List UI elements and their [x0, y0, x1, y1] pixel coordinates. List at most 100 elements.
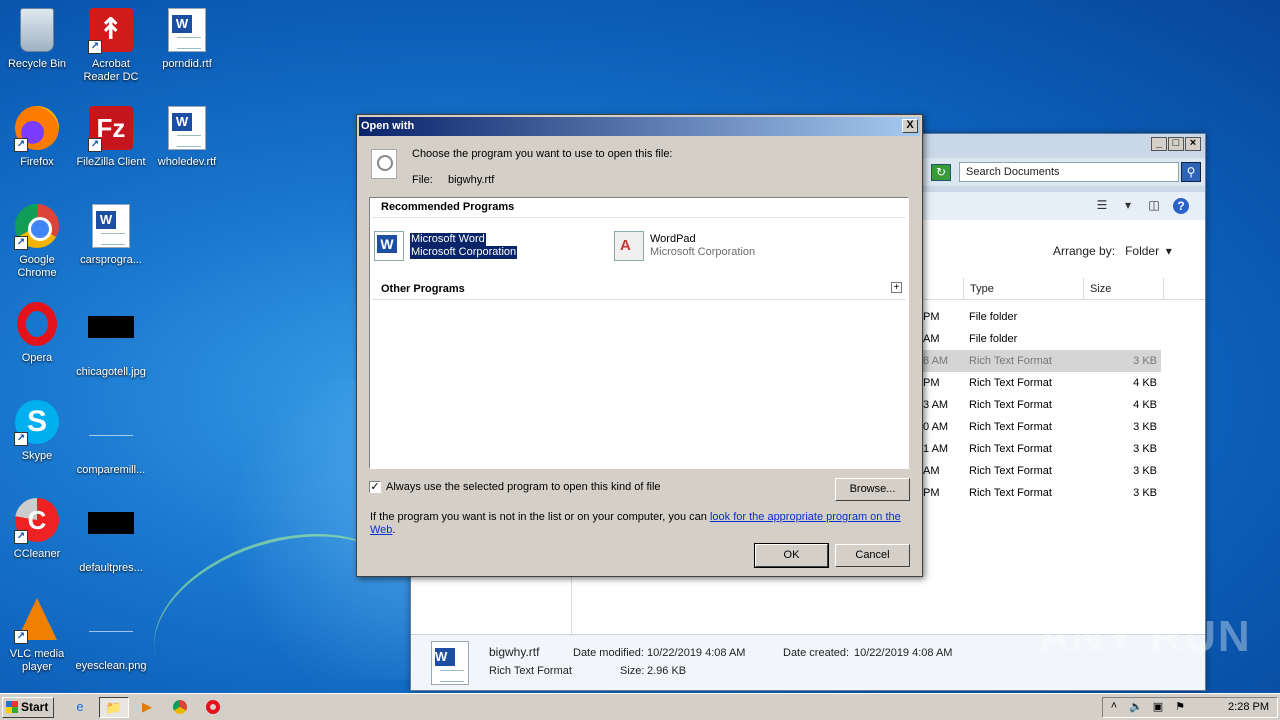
table-row[interactable]: 3 AM Rich Text Format 4 KB: [923, 394, 1161, 416]
arrange-by[interactable]: Arrange by: Folder ▾: [1053, 244, 1172, 258]
clock[interactable]: 2:28 PM: [1228, 701, 1269, 713]
minimize-button[interactable]: _: [1151, 137, 1167, 151]
table-row[interactable]: PM File folder: [923, 306, 1161, 328]
network-icon[interactable]: ▣: [1151, 700, 1165, 715]
other-programs-header: Other Programs: [381, 283, 465, 295]
desktop-icon-vlc[interactable]: ↗ VLC media player: [0, 596, 74, 674]
shortcut-arrow-icon: ↗: [14, 530, 28, 544]
desktop-icon-porndid[interactable]: W porndid.rtf: [150, 8, 224, 71]
table-row[interactable]: AM File folder: [923, 328, 1161, 350]
start-button[interactable]: Start: [2, 697, 54, 718]
desktop-icon-label: defaultpres...: [79, 562, 143, 574]
search-document-icon: [371, 149, 397, 179]
desktop-icon-wholedev[interactable]: W wholedev.rtf: [150, 106, 224, 169]
find-program-link[interactable]: look for the appropriate program on the: [710, 511, 901, 523]
desktop-icon-eyesclean[interactable]: eyesclean.png: [74, 596, 148, 673]
desktop-icon-chrome[interactable]: ↗ Google Chrome: [0, 204, 74, 280]
desktop-icon-defaultpres[interactable]: defaultpres...: [74, 498, 148, 575]
media-player-icon[interactable]: ▶: [135, 697, 159, 718]
explorer-icon[interactable]: 📁: [99, 697, 129, 718]
desktop-icon-acrobat[interactable]: ↟ ↗ Acrobat Reader DC: [74, 8, 148, 84]
desktop-icon-label: Acrobat Reader DC: [83, 58, 139, 83]
ok-button[interactable]: OK: [754, 543, 829, 568]
row-type: Rich Text Format: [969, 421, 1052, 433]
column-header-type[interactable]: Type: [963, 278, 1083, 300]
desktop-icon-chicagotell[interactable]: chicagotell.jpg: [74, 302, 148, 379]
chevron-down-icon[interactable]: ▾: [1119, 198, 1137, 214]
arrange-by-value[interactable]: Folder: [1125, 244, 1159, 258]
cancel-button[interactable]: Cancel: [835, 544, 910, 567]
desktop-icon-recycle-bin[interactable]: Recycle Bin: [0, 8, 74, 71]
desktop-icon-label: Opera: [21, 352, 53, 364]
program-list[interactable]: Recommended Programs W Microsoft Word Mi…: [369, 197, 909, 469]
opera-icon: [17, 302, 57, 346]
row-type: Rich Text Format: [969, 377, 1052, 389]
close-button[interactable]: ×: [1185, 137, 1201, 151]
program-wordpad[interactable]: A WordPad Microsoft Corporation: [614, 231, 814, 261]
shortcut-arrow-icon: ↗: [14, 432, 28, 446]
chrome-icon[interactable]: [168, 697, 192, 718]
find-program-link-web[interactable]: Web: [370, 524, 392, 536]
search-icon[interactable]: ⚲: [1181, 162, 1201, 182]
row-size: 4 KB: [1133, 399, 1157, 411]
chevron-up-icon[interactable]: ˄: [1107, 700, 1121, 715]
desktop-icon-ccleaner[interactable]: C ↗ CCleaner: [0, 498, 74, 561]
table-row[interactable]: 1 AM Rich Text Format 3 KB: [923, 438, 1161, 460]
table-row[interactable]: PM Rich Text Format 4 KB: [923, 372, 1161, 394]
table-row[interactable]: PM Rich Text Format 3 KB: [923, 482, 1161, 504]
shortcut-arrow-icon: ↗: [14, 630, 28, 644]
always-use-label[interactable]: Always use the selected program to open …: [386, 481, 661, 493]
view-options-icon[interactable]: ☰: [1093, 198, 1111, 214]
row-type: Rich Text Format: [969, 355, 1052, 367]
system-tray: ˄ 🔈 ▣ ⚑ 2:28 PM: [1102, 697, 1278, 718]
row-time: PM: [923, 311, 940, 323]
row-time: 1 AM: [923, 443, 949, 455]
column-header-size[interactable]: Size: [1083, 278, 1163, 300]
desktop-icon-label: comparemill...: [76, 464, 146, 476]
details-date-created-label: Date created:: [783, 647, 850, 659]
recommended-programs-header: Recommended Programs: [381, 201, 515, 213]
close-button[interactable]: X: [902, 119, 918, 133]
details-size-label: Size:: [620, 665, 645, 677]
desktop-icon-comparemill[interactable]: comparemill...: [74, 400, 148, 477]
details-filetype: Rich Text Format: [489, 665, 572, 677]
shortcut-arrow-icon: ↗: [14, 236, 28, 250]
row-time: 0 AM: [923, 421, 949, 433]
table-row-selected[interactable]: 8 AM Rich Text Format 3 KB: [923, 350, 1161, 372]
arrange-by-label: Arrange by:: [1053, 244, 1116, 258]
desktop-icon-filezilla[interactable]: Fz ↗ FileZilla Client: [74, 106, 148, 169]
preview-pane-icon[interactable]: ◫: [1145, 198, 1163, 214]
search-input[interactable]: Search Documents: [959, 162, 1179, 182]
image-file-icon: [88, 316, 134, 338]
desktop-icon-carsprogra[interactable]: W carsprogra...: [74, 204, 148, 267]
details-filename: bigwhy.rtf: [489, 645, 540, 659]
word-document-icon: W: [92, 204, 130, 248]
maximize-button[interactable]: □: [1168, 137, 1184, 151]
help-icon[interactable]: ?: [1173, 198, 1189, 214]
ie-icon[interactable]: e: [68, 697, 92, 718]
always-use-checkbox[interactable]: ✓: [369, 481, 381, 493]
desktop-icon-opera[interactable]: Opera: [0, 302, 74, 365]
refresh-icon[interactable]: ↻: [931, 164, 951, 181]
column-header-extra[interactable]: [1163, 278, 1203, 300]
row-size: 3 KB: [1133, 443, 1157, 455]
open-with-dialog[interactable]: Open with X Choose the program you want …: [356, 114, 923, 577]
word-document-icon: W: [168, 8, 206, 52]
table-row[interactable]: AM Rich Text Format 3 KB: [923, 460, 1161, 482]
program-microsoft-word[interactable]: W Microsoft Word Microsoft Corporation: [374, 231, 574, 261]
table-row[interactable]: 0 AM Rich Text Format 3 KB: [923, 416, 1161, 438]
word-document-icon: W: [431, 641, 469, 685]
details-date-modified-label: Date modified:: [573, 647, 644, 659]
desktop-icon-skype[interactable]: S ↗ Skype: [0, 400, 74, 463]
desktop-icon-label: VLC media player: [9, 648, 65, 673]
help-text-end: .: [392, 524, 396, 536]
volume-icon[interactable]: 🔈: [1129, 700, 1143, 715]
expand-icon[interactable]: +: [891, 282, 902, 293]
word-document-icon: W: [168, 106, 206, 150]
opera-icon[interactable]: [201, 697, 225, 718]
desktop-icon-firefox[interactable]: ↗ Firefox: [0, 106, 74, 169]
file-label: File:: [412, 174, 433, 186]
chevron-down-icon[interactable]: ▾: [1166, 244, 1172, 258]
browse-button[interactable]: Browse...: [835, 478, 910, 501]
flag-icon[interactable]: ⚑: [1173, 700, 1187, 715]
